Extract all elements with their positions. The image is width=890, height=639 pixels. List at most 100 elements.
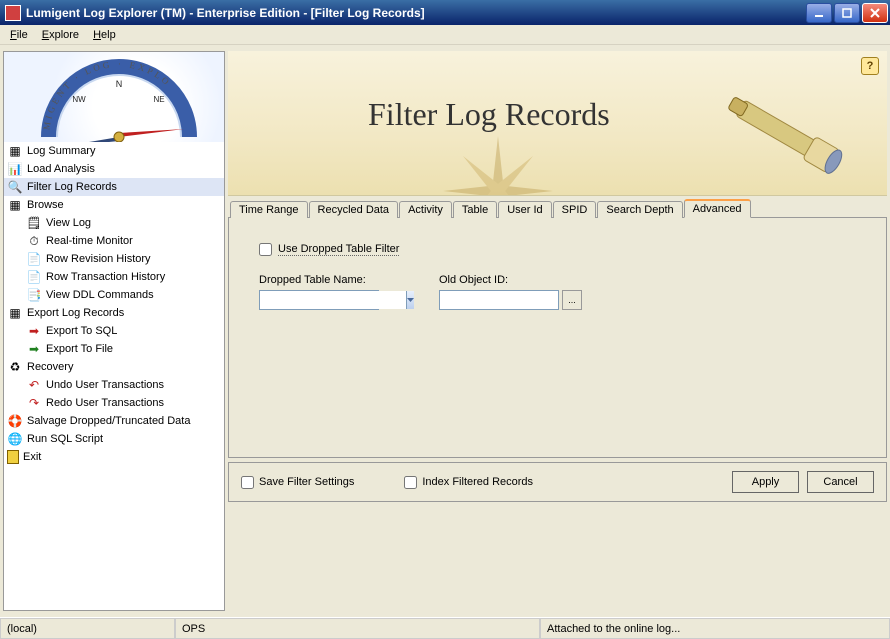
nav-export-to-file[interactable]: ➡ Export To File [4, 340, 224, 358]
svg-text:N: N [116, 79, 123, 89]
nav-label: Export To File [46, 343, 113, 355]
nav-export-to-sql[interactable]: ➡ Export To SQL [4, 322, 224, 340]
tab-advanced[interactable]: Advanced [684, 199, 751, 218]
nav-label: Real-time Monitor [46, 235, 133, 247]
old-object-id-input[interactable] [439, 290, 559, 310]
tab-content-advanced: Use Dropped Table Filter Dropped Table N… [228, 218, 887, 458]
ddl-icon: 📑 [26, 287, 42, 303]
nav-undo-user-transactions[interactable]: ↶ Undo User Transactions [4, 376, 224, 394]
nav-view-log[interactable]: 🗒 View Log [4, 214, 224, 232]
banner: ? Filter Log Records [228, 51, 887, 196]
clock-icon: ⏱ [26, 233, 42, 249]
nav-salvage-dropped[interactable]: 🛟 Salvage Dropped/Truncated Data [4, 412, 224, 430]
nav-label: Salvage Dropped/Truncated Data [27, 415, 190, 427]
browse-icon: ▦ [7, 197, 23, 213]
nav-run-sql-script[interactable]: 🌐Run SQL Script [4, 430, 224, 448]
dropped-table-name-label: Dropped Table Name: [259, 274, 379, 286]
index-filtered-records-checkbox[interactable] [404, 476, 417, 489]
dropped-table-name-combo[interactable] [259, 290, 379, 310]
nav-label: Export To SQL [46, 325, 117, 337]
maximize-button[interactable] [834, 3, 860, 23]
nav-view-ddl-commands[interactable]: 📑 View DDL Commands [4, 286, 224, 304]
nav-row-transaction-history[interactable]: 📄 Row Transaction History [4, 268, 224, 286]
right-pane: ? Filter Log Records Time [228, 51, 887, 611]
arrow-icon: ➡ [26, 341, 42, 357]
status-server: (local) [0, 618, 175, 639]
tab-table[interactable]: Table [453, 201, 497, 218]
nav-label: Filter Log Records [27, 181, 117, 193]
nav-row-revision-history[interactable]: 📄Row Revision History [4, 250, 224, 268]
status-message: Attached to the online log... [540, 618, 890, 639]
sidebar: MIGENT · LOG · EXPLO N NW NE ▦Log Summar… [3, 51, 225, 611]
status-db: OPS [175, 618, 540, 639]
apply-button[interactable]: Apply [732, 471, 799, 493]
spyglass-decoration [712, 76, 862, 196]
nav-label: Redo User Transactions [46, 397, 164, 409]
tab-search-depth[interactable]: Search Depth [597, 201, 682, 218]
dropped-table-name-input[interactable] [260, 291, 406, 309]
tab-recycled-data[interactable]: Recycled Data [309, 201, 399, 218]
nav-label: View DDL Commands [46, 289, 154, 301]
nav-log-summary[interactable]: ▦Log Summary [4, 142, 224, 160]
globe-icon: 🌐 [7, 431, 23, 447]
nav-redo-user-transactions[interactable]: ↷ Redo User Transactions [4, 394, 224, 412]
compass-rose-decoration [438, 131, 558, 196]
help-button[interactable]: ? [861, 57, 879, 75]
index-filtered-records-label: Index Filtered Records [422, 476, 533, 488]
menu-explore[interactable]: Explore [35, 27, 86, 43]
recovery-icon: ♻ [7, 359, 23, 375]
minimize-button[interactable] [806, 3, 832, 23]
doc-icon: 📄 [26, 269, 42, 285]
tabbar: Time Range Recycled Data Activity Table … [228, 198, 887, 218]
close-button[interactable] [862, 3, 888, 23]
browse-button[interactable]: ... [562, 290, 582, 310]
nav-label: Load Analysis [27, 163, 95, 175]
log-icon: 🗒 [26, 215, 42, 231]
menubar: File Explore Help [0, 25, 890, 45]
nav-export-log-records[interactable]: ▦ Export Log Records [4, 304, 224, 322]
nav-label: Exit [23, 451, 41, 463]
export-icon: ▦ [7, 305, 23, 321]
nav-label: Undo User Transactions [46, 379, 164, 391]
salvage-icon: 🛟 [7, 413, 23, 429]
nav-label: View Log [46, 217, 91, 229]
tab-user-id[interactable]: User Id [498, 201, 551, 218]
save-filter-settings-label: Save Filter Settings [259, 476, 354, 488]
nav-browse[interactable]: ▦Browse [4, 196, 224, 214]
window-buttons [806, 3, 888, 23]
cancel-button[interactable]: Cancel [807, 471, 874, 493]
redo-icon: ↷ [26, 395, 42, 411]
filter-footer: Save Filter Settings Index Filtered Reco… [228, 462, 887, 502]
nav-recovery[interactable]: ♻ Recovery [4, 358, 224, 376]
menu-help[interactable]: Help [86, 27, 123, 43]
tab-activity[interactable]: Activity [399, 201, 452, 218]
chevron-down-icon[interactable] [406, 291, 414, 309]
window-title: Lumigent Log Explorer (TM) - Enterprise … [26, 6, 806, 20]
svg-text:NE: NE [153, 95, 164, 104]
app-icon [5, 5, 21, 21]
chart-icon: 📊 [7, 161, 23, 177]
save-filter-settings-checkbox[interactable] [241, 476, 254, 489]
tab-time-range[interactable]: Time Range [230, 201, 308, 218]
statusbar: (local) OPS Attached to the online log..… [0, 617, 890, 639]
filter-icon: 🔍 [7, 179, 23, 195]
nav-label: Row Revision History [46, 253, 151, 265]
undo-icon: ↶ [26, 377, 42, 393]
nav-tree: ▦Log Summary 📊 Load Analysis 🔍 Filter Log … [4, 142, 224, 466]
arrow-icon: ➡ [26, 323, 42, 339]
nav-load-analysis[interactable]: 📊 Load Analysis [4, 160, 224, 178]
tab-spid[interactable]: SPID [553, 201, 597, 218]
exit-icon [7, 450, 19, 464]
use-dropped-table-filter-checkbox[interactable] [259, 243, 272, 256]
use-dropped-table-filter-label: Use Dropped Table Filter [278, 243, 399, 256]
old-object-id-label: Old Object ID: [439, 274, 582, 286]
nav-realtime-monitor[interactable]: ⏱ Real-time Monitor [4, 232, 224, 250]
menu-file[interactable]: File [3, 27, 35, 43]
nav-label: Row Transaction History [46, 271, 165, 283]
nav-label: Export Log Records [27, 307, 124, 319]
nav-filter-log-records[interactable]: 🔍 Filter Log Records [4, 178, 224, 196]
compass-logo: MIGENT · LOG · EXPLO N NW NE [4, 52, 224, 142]
page-title: Filter Log Records [368, 96, 610, 133]
nav-label: Recovery [27, 361, 73, 373]
nav-exit[interactable]: Exit [4, 448, 224, 466]
